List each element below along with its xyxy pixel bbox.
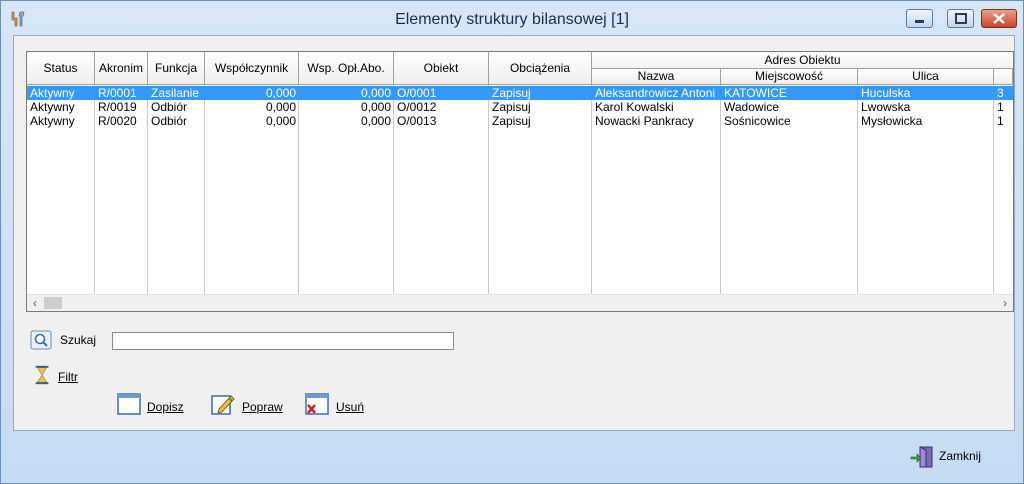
minimize-button[interactable] (906, 9, 933, 28)
col-header-wsp-opl[interactable]: Wsp. Opł.Abo. (299, 52, 394, 85)
scroll-right-icon[interactable]: › (997, 295, 1013, 311)
delete-button[interactable]: Usuń (336, 400, 364, 414)
cell-status: Aktywny (30, 86, 75, 100)
cell-wspolczynnik: 0,000 (265, 86, 296, 100)
cell-extra: 1 (997, 114, 1004, 128)
cell-extra: 1 (997, 100, 1004, 114)
magnifier-icon[interactable] (30, 330, 52, 350)
cell-obiekt: O/0012 (397, 100, 437, 114)
pencil-icon[interactable] (211, 393, 235, 415)
add-button[interactable]: Dopisz (147, 400, 184, 414)
cell-wsp-opl: 0,000 (360, 114, 391, 128)
cell-ulica: Huculska (861, 86, 911, 100)
cell-miejscowosc: Sośnicowice (724, 114, 791, 128)
exit-door-icon[interactable] (910, 445, 934, 469)
data-grid: Status Akronim Funkcja Współczynnik Wsp.… (26, 51, 1014, 312)
close-window-button[interactable] (981, 9, 1017, 28)
title-bar: Elementy struktury bilansowej [1] (1, 1, 1023, 37)
cell-miejscowosc: KATOWICE (724, 86, 787, 100)
cell-wspolczynnik: 0,000 (265, 114, 296, 128)
minimize-icon (915, 20, 924, 23)
main-panel: Status Akronim Funkcja Współczynnik Wsp.… (13, 35, 1015, 431)
cell-obciazenia: Zapisuj (492, 86, 531, 100)
scroll-thumb[interactable] (44, 297, 62, 309)
edit-button[interactable]: Popraw (242, 400, 283, 414)
cell-extra: 3 (997, 86, 1004, 100)
col-header-nazwa[interactable]: Nazwa (592, 69, 721, 85)
cell-status: Aktywny (30, 114, 75, 128)
col-header-extra[interactable] (994, 69, 1013, 85)
new-document-icon[interactable] (117, 393, 141, 415)
cell-akronim: R/0001 (98, 86, 137, 100)
window-title: Elementy struktury bilansowej [1] (395, 11, 629, 28)
delete-icon[interactable] (305, 393, 329, 415)
col-header-ulica[interactable]: Ulica (858, 69, 994, 85)
search-input[interactable] (112, 332, 454, 350)
col-header-akronim[interactable]: Akronim (95, 52, 148, 85)
table-row[interactable]: Aktywny R/0019 Odbiór 0,000 0,000 O/0012… (27, 100, 1013, 114)
cell-ulica: Lwowska (861, 100, 911, 114)
col-header-obciazenia[interactable]: Obciążenia (489, 52, 592, 85)
cell-miejscowosc: Wadowice (724, 100, 779, 114)
col-header-funkcja[interactable]: Funkcja (148, 52, 205, 85)
cell-wspolczynnik: 0,000 (265, 100, 296, 114)
cell-akronim: R/0020 (98, 114, 137, 128)
close-button[interactable]: Zamknij (939, 449, 981, 463)
col-group-adres-obiektu: Adres Obiektu (592, 52, 1013, 69)
search-label: Szukaj (60, 333, 97, 347)
cell-nazwa: Karol Kowalski (595, 100, 674, 114)
cell-obciazenia: Zapisuj (492, 100, 531, 114)
cell-obiekt: O/0001 (397, 86, 437, 100)
col-header-status[interactable]: Status (27, 52, 95, 85)
maximize-icon (955, 13, 967, 24)
cell-nazwa: Nowacki Pankracy (595, 114, 694, 128)
table-row[interactable]: Aktywny R/0001 Zasilanie 0,000 0,000 O/0… (27, 86, 1013, 100)
cell-funkcja: Odbiór (151, 100, 188, 114)
horizontal-scrollbar[interactable]: ‹ › (27, 294, 1013, 311)
cell-nazwa: Aleksandrowicz Antoni (595, 86, 716, 100)
close-icon (993, 13, 1005, 24)
cell-wsp-opl: 0,000 (360, 100, 391, 114)
cell-obiekt: O/0013 (397, 114, 437, 128)
scroll-left-icon[interactable]: ‹ (27, 295, 43, 311)
cell-obciazenia: Zapisuj (492, 114, 531, 128)
cell-akronim: R/0019 (98, 100, 137, 114)
cell-funkcja: Zasilanie (151, 86, 200, 100)
app-window: Elementy struktury bilansowej [1] Status… (0, 0, 1024, 484)
cell-wsp-opl: 0,000 (360, 86, 391, 100)
cell-funkcja: Odbiór (151, 114, 188, 128)
hourglass-icon[interactable] (30, 364, 54, 386)
col-header-wspolczynnik[interactable]: Współczynnik (205, 52, 299, 85)
cell-status: Aktywny (30, 100, 75, 114)
col-header-obiekt[interactable]: Obiekt (394, 52, 489, 85)
cell-ulica: Mysłowicka (861, 114, 923, 128)
maximize-button[interactable] (947, 9, 974, 28)
table-row[interactable]: Aktywny R/0020 Odbiór 0,000 0,000 O/0013… (27, 114, 1013, 128)
filter-button[interactable]: Filtr (58, 370, 78, 384)
col-header-miejscowosc[interactable]: Miejscowość (721, 69, 858, 85)
